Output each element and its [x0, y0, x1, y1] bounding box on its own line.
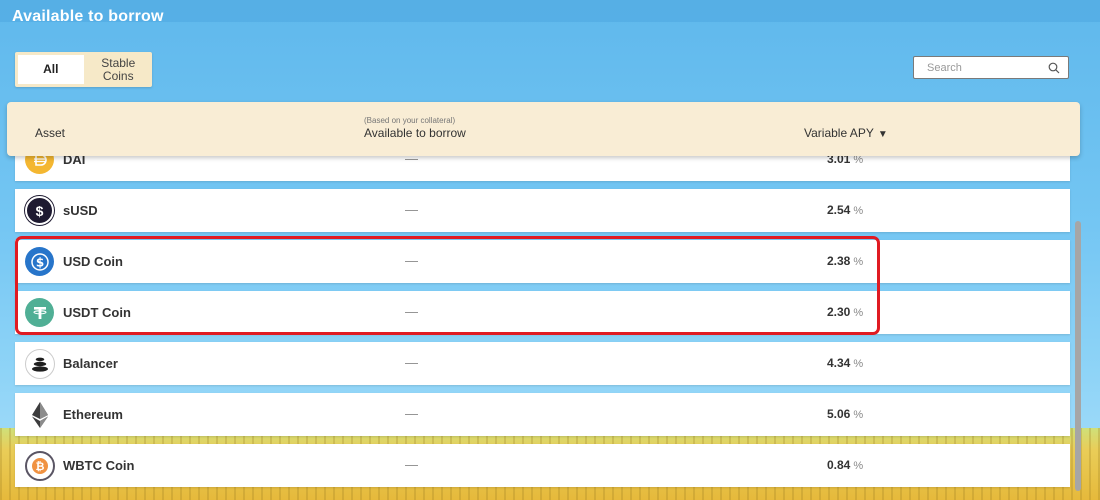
apy-value: 2.38% [827, 254, 863, 268]
column-header-asset: Asset [35, 126, 66, 140]
table-row[interactable]: USDT Coin — 2.30% [15, 291, 1070, 334]
ethereum-icon [25, 400, 54, 429]
apy-percent: % [853, 256, 864, 268]
svg-text:₿: ₿ [36, 460, 45, 473]
apy-percent: % [853, 205, 864, 217]
asset-list: DAI — 3.01% $ sUSD — 2.54% $ USD Coin — … [0, 0, 1100, 500]
apy-percent: % [853, 409, 864, 421]
apy-number: 2.54 [827, 203, 851, 217]
apy-percent: % [853, 460, 864, 472]
balancer-icon [25, 349, 55, 379]
apy-percent: % [853, 358, 864, 370]
column-header-apy-label: Variable APY [804, 126, 874, 140]
table-row[interactable]: $ USD Coin — 2.38% [15, 240, 1070, 283]
apy-value: 5.06% [827, 407, 863, 421]
asset-name: USDT Coin [63, 305, 131, 320]
available-amount: — [405, 355, 418, 370]
apy-number: 0.84 [827, 458, 851, 472]
apy-value: 4.34% [827, 356, 863, 370]
available-amount: — [405, 406, 418, 421]
usdt-icon [25, 298, 54, 327]
asset-name: Ethereum [63, 407, 123, 422]
asset-name: WBTC Coin [63, 458, 135, 473]
wbtc-icon: ₿ [25, 451, 55, 481]
available-amount: — [405, 304, 418, 319]
svg-text:$: $ [35, 255, 43, 269]
usdc-icon: $ [25, 247, 54, 276]
table-header: Asset (Based on your collateral) Availab… [7, 102, 1080, 156]
apy-value: 2.30% [827, 305, 863, 319]
column-header-available: Available to borrow [364, 126, 466, 140]
column-header-available-note: (Based on your collateral) [364, 116, 456, 125]
apy-number: 2.30 [827, 305, 851, 319]
column-header-apy-sort[interactable]: Variable APY ▼ [804, 126, 888, 140]
apy-number: 2.38 [827, 254, 851, 268]
asset-name: sUSD [63, 203, 98, 218]
table-row[interactable]: $ sUSD — 2.54% [15, 189, 1070, 232]
available-amount: — [405, 253, 418, 268]
apy-value: 2.54% [827, 203, 863, 217]
susd-icon: $ [25, 196, 54, 225]
table-row[interactable]: Balancer — 4.34% [15, 342, 1070, 385]
asset-name: Balancer [63, 356, 118, 371]
apy-number: 5.06 [827, 407, 851, 421]
apy-percent: % [853, 307, 864, 319]
scrollbar-thumb[interactable] [1075, 221, 1081, 491]
sort-desc-icon: ▼ [877, 129, 888, 140]
table-row[interactable]: ₿ WBTC Coin — 0.84% [15, 444, 1070, 487]
table-row[interactable]: Ethereum — 5.06% [15, 393, 1070, 436]
apy-number: 4.34 [827, 356, 851, 370]
asset-name: USD Coin [63, 254, 123, 269]
apy-value: 0.84% [827, 458, 863, 472]
available-amount: — [405, 457, 418, 472]
available-amount: — [405, 202, 418, 217]
